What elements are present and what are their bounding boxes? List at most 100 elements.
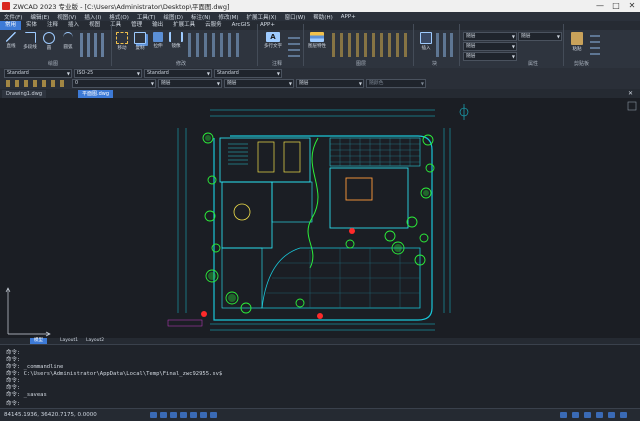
workspace-icon[interactable]	[572, 412, 579, 418]
ribbon-tab[interactable]: 视图	[84, 21, 105, 30]
clipboard-tools-icon-grid[interactable]	[590, 33, 600, 55]
linetype-dropdown[interactable]: 随层 ▼	[463, 42, 517, 51]
close-tab-icon[interactable]: ✕	[628, 90, 633, 97]
fullscreen-icon[interactable]	[596, 412, 603, 418]
menu-item[interactable]: 工具(T)	[133, 13, 160, 21]
arc-label: 圆弧	[63, 45, 73, 50]
color-value: 随层	[466, 34, 476, 39]
menu-item[interactable]: 帮助(H)	[309, 13, 336, 21]
group-label-block: 块	[432, 61, 438, 67]
tab-floor-plan[interactable]: 平面图.dwg	[78, 90, 114, 98]
current-layer-dropdown[interactable]: 0 ▼	[72, 79, 156, 88]
line-button[interactable]: 直线	[3, 32, 19, 49]
grid-mode-icon[interactable]	[160, 412, 167, 418]
modify-tools-icon-grid[interactable]	[188, 33, 244, 57]
mtext-button[interactable]: A 多行文字	[262, 32, 284, 49]
dim-style-dropdown[interactable]: ISO-25 ▼	[74, 69, 142, 78]
object-snap-icon[interactable]	[190, 412, 197, 418]
ribbon-tab[interactable]: 实体	[21, 21, 42, 30]
lock-icon[interactable]	[584, 412, 591, 418]
menu-item[interactable]: 修改(M)	[214, 13, 242, 21]
layer-color-dropdown[interactable]: 随层 ▼	[158, 79, 222, 88]
group-separator	[459, 24, 460, 66]
customize-icon[interactable]	[620, 412, 627, 418]
circle-button[interactable]: 圆	[41, 32, 57, 51]
layer-properties-button[interactable]: 图层特性	[306, 32, 328, 49]
mirror-icon	[169, 32, 183, 42]
menu-item[interactable]: 视图(V)	[53, 13, 80, 21]
draw-tools-icon-grid[interactable]	[80, 33, 108, 57]
menu-item[interactable]: 窗口(W)	[281, 13, 310, 21]
layer-linetype-dropdown[interactable]: 随层 ▼	[224, 79, 294, 88]
ribbon-tab[interactable]: 工具	[105, 21, 126, 30]
ribbon-tab[interactable]: 云服务	[200, 21, 227, 30]
ortho-mode-icon[interactable]	[170, 412, 177, 418]
lineweight-toggle-icon[interactable]	[210, 412, 217, 418]
command-history-line: 命令: _saveas	[6, 392, 47, 398]
block-icon	[420, 32, 432, 44]
tab-drawing1[interactable]: Drawing1.dwg	[2, 90, 46, 98]
copy-button[interactable]: 复制	[132, 32, 148, 51]
app-logo-icon	[2, 2, 10, 10]
lineweight-dropdown[interactable]: 随层 ▼	[463, 52, 517, 61]
object-track-icon[interactable]	[200, 412, 207, 418]
menu-item[interactable]: APP+	[337, 14, 360, 20]
menu-item[interactable]: 绘图(D)	[160, 13, 188, 21]
view-cube-icon	[627, 101, 637, 111]
menu-item[interactable]: 插入(I)	[80, 13, 105, 21]
close-button[interactable]: ✕	[624, 0, 640, 12]
layer-properties-label: 图层特性	[308, 44, 326, 49]
table-style-dropdown[interactable]: Standard ▼	[144, 69, 212, 78]
stretch-button[interactable]: 拉伸	[150, 32, 166, 49]
polyline-button[interactable]: 多段线	[22, 32, 38, 50]
layer-lineweight-dropdown[interactable]: 随层 ▼	[296, 79, 364, 88]
menu-item[interactable]: 格式(O)	[105, 13, 133, 21]
insert-block-button[interactable]: 插入	[418, 32, 434, 51]
ucs-icon	[5, 287, 51, 337]
ribbon-tab[interactable]: 常用	[0, 21, 22, 30]
ribbon-tab[interactable]: 管理	[126, 21, 147, 30]
annotation-scale-icon[interactable]	[560, 412, 567, 418]
menu-item[interactable]: 编辑(E)	[26, 13, 53, 21]
paste-button[interactable]: 粘贴	[568, 32, 586, 52]
menu-item[interactable]: 标注(N)	[187, 13, 214, 21]
plot-style-layer-dropdown[interactable]: 随颜色 ▼	[366, 79, 426, 88]
text-style-dropdown[interactable]: Standard ▼	[4, 69, 72, 78]
maximize-button[interactable]: □	[608, 0, 624, 12]
polar-tracking-icon[interactable]	[180, 412, 187, 418]
plot-style-dropdown[interactable]: 随层 ▼	[518, 32, 562, 41]
mleader-style-dropdown[interactable]: Standard ▼	[214, 69, 282, 78]
menu-item[interactable]: 文件(F)	[0, 13, 26, 21]
settings-gear-icon[interactable]	[608, 412, 615, 418]
plot-style-value: 随层	[521, 34, 531, 39]
ribbon-tab[interactable]: 输出	[147, 21, 168, 30]
dim-style-value: ISO-25	[77, 71, 94, 76]
room-block-center	[271, 181, 313, 223]
command-window[interactable]: 命令: 命令: 命令: _commandline 命令: C:\Users\Ad…	[0, 344, 640, 409]
arc-button[interactable]: 圆弧	[60, 32, 76, 50]
layer-state-icons[interactable]	[6, 80, 66, 87]
ribbon-tab[interactable]: 扩展工具	[168, 21, 200, 30]
command-history-line: 命令: C:\Users\Administrator\AppData\Local…	[6, 371, 223, 377]
mirror-button[interactable]: 镜像	[168, 32, 184, 49]
snap-mode-icon[interactable]	[150, 412, 157, 418]
move-button[interactable]: 移动	[114, 32, 130, 51]
ribbon-tab[interactable]: ArcGIS	[227, 21, 255, 30]
menu-item[interactable]: 扩展工具(X)	[243, 13, 281, 21]
chevron-down-icon: ▼	[288, 81, 292, 86]
ribbon-tab[interactable]: 插入	[63, 21, 84, 30]
ribbon-tab[interactable]: APP+	[255, 21, 280, 30]
floor-plan-drawing	[5, 101, 637, 337]
minimize-button[interactable]: —	[592, 0, 608, 12]
insert-label: 插入	[421, 46, 431, 51]
color-dropdown[interactable]: 随层 ▼	[463, 32, 517, 41]
layer-tools-icon-grid[interactable]	[332, 33, 410, 57]
paste-label: 粘贴	[572, 47, 582, 52]
command-input-line[interactable]: 命令:	[6, 399, 20, 407]
annotate-tools-icon-grid[interactable]	[288, 33, 300, 57]
ribbon-tab[interactable]: 注释	[42, 21, 63, 30]
drawing-canvas[interactable]	[0, 98, 640, 338]
clipboard-icon	[571, 32, 583, 45]
room-block-left	[221, 181, 273, 249]
block-tools-icon-grid[interactable]	[436, 33, 456, 57]
